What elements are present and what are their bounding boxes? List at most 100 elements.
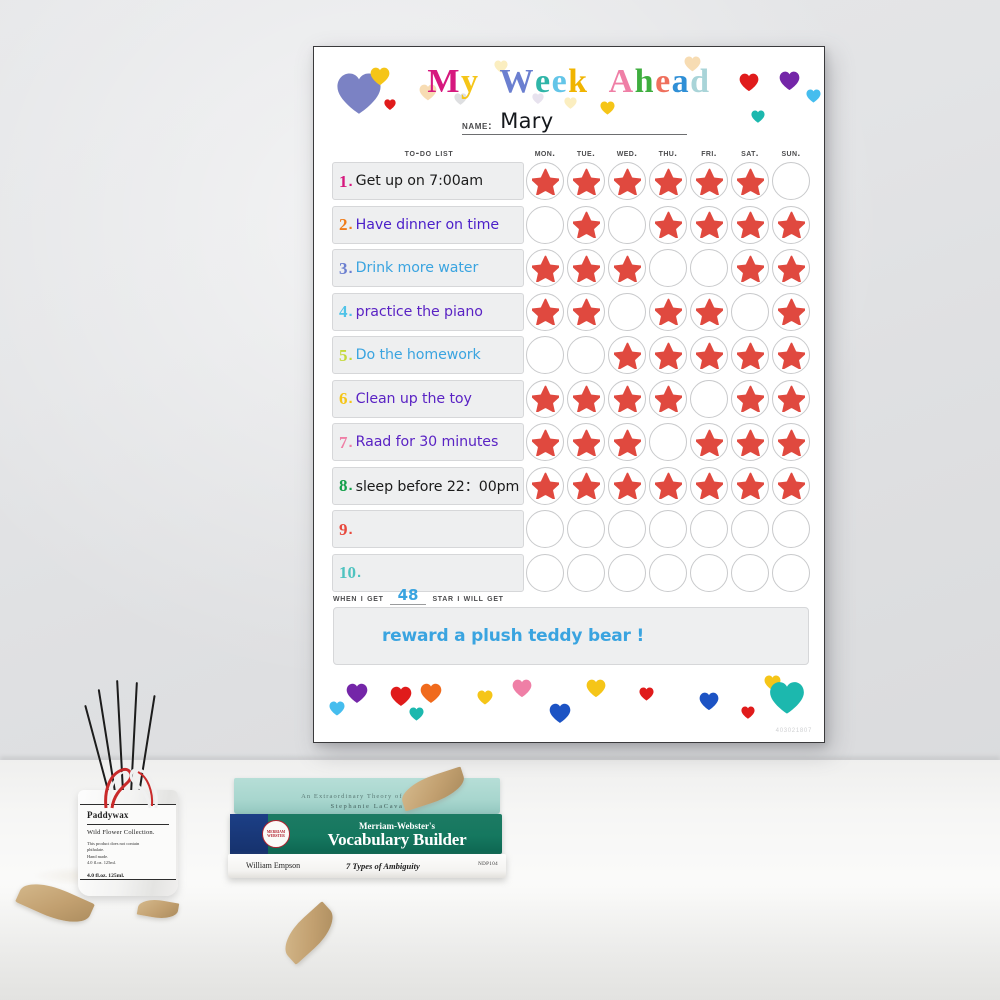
day-cell-empty[interactable] [567, 336, 605, 375]
day-cell-starred[interactable] [690, 162, 728, 201]
task-cell[interactable]: 7. Raad for 30 minutes [332, 423, 524, 462]
day-cell-empty[interactable] [649, 249, 687, 288]
day-cell-starred[interactable] [526, 379, 564, 418]
day-cell-empty[interactable] [772, 510, 810, 549]
task-cell[interactable]: 4. practice the piano [332, 292, 524, 331]
day-cell-empty[interactable] [772, 162, 810, 201]
task-cell[interactable]: 9. [332, 510, 524, 549]
day-cell-starred[interactable] [649, 379, 687, 418]
day-cell-starred[interactable] [772, 292, 810, 331]
day-cell-starred[interactable] [526, 466, 564, 505]
day-cell-starred[interactable] [567, 466, 605, 505]
day-cell-empty[interactable] [772, 553, 810, 592]
day-cell-empty[interactable] [608, 553, 646, 592]
page-title: My Week Ahead [314, 63, 824, 101]
day-cell-starred[interactable] [772, 336, 810, 375]
reward-text-box[interactable]: reward a plush teddy bear ! [333, 607, 809, 665]
heart-icon [390, 686, 412, 707]
day-cell-starred[interactable] [567, 205, 605, 244]
day-cell-empty[interactable] [690, 379, 728, 418]
day-cell-empty[interactable] [567, 510, 605, 549]
day-cell-starred[interactable] [731, 162, 769, 201]
day-cell-starred[interactable] [649, 162, 687, 201]
day-cell-starred[interactable] [567, 379, 605, 418]
day-cell-starred[interactable] [649, 466, 687, 505]
day-cell-starred[interactable] [567, 423, 605, 462]
day-cell-empty[interactable] [731, 510, 769, 549]
day-cell-starred[interactable] [731, 249, 769, 288]
day-header-sun: Sun. [781, 148, 801, 159]
day-cell-starred[interactable] [690, 466, 728, 505]
day-cell-starred[interactable] [526, 162, 564, 201]
day-cell-starred[interactable] [731, 205, 769, 244]
star-icon [531, 168, 559, 195]
day-cell-empty[interactable] [526, 205, 564, 244]
day-cell-starred[interactable] [649, 336, 687, 375]
star-icon [613, 385, 641, 413]
day-cell-starred[interactable] [690, 423, 728, 462]
day-cell-starred[interactable] [772, 205, 810, 244]
day-cell-starred[interactable] [567, 249, 605, 288]
task-cell[interactable]: 2. Have dinner on time [332, 205, 524, 244]
reward-prefix-label: When I Get [333, 591, 384, 604]
ribbon-bow-icon [104, 767, 158, 809]
day-cell-empty[interactable] [690, 553, 728, 592]
day-cell-starred[interactable] [526, 249, 564, 288]
day-cell-starred[interactable] [526, 423, 564, 462]
task-cell[interactable]: 5. Do the homework [332, 336, 524, 375]
day-cell-starred[interactable] [608, 423, 646, 462]
reward-middle-label: Star I Will Get [432, 591, 504, 604]
day-cell-empty[interactable] [731, 292, 769, 331]
day-cell-empty[interactable] [567, 553, 605, 592]
day-cell-empty[interactable] [608, 510, 646, 549]
day-cell-starred[interactable] [649, 205, 687, 244]
day-cell-starred[interactable] [567, 162, 605, 201]
name-value[interactable]: Mary [500, 109, 553, 134]
star-icon [572, 255, 600, 282]
jar-collection: Wild Flower Collection. [87, 829, 155, 836]
day-cell-starred[interactable] [731, 336, 769, 375]
day-cell-empty[interactable] [690, 249, 728, 288]
day-cell-starred[interactable] [690, 205, 728, 244]
day-cell-empty[interactable] [690, 510, 728, 549]
book2-title: Vocabulary Builder [327, 830, 467, 849]
day-cell-empty[interactable] [526, 553, 564, 592]
day-cell-starred[interactable] [608, 249, 646, 288]
day-cell-starred[interactable] [567, 292, 605, 331]
day-cell-starred[interactable] [649, 292, 687, 331]
day-cell-empty[interactable] [649, 553, 687, 592]
day-cell-empty[interactable] [526, 336, 564, 375]
day-cell-empty[interactable] [649, 510, 687, 549]
jar-brand: Paddywax [87, 810, 129, 820]
day-cell-empty[interactable] [608, 292, 646, 331]
day-cell-empty[interactable] [649, 423, 687, 462]
day-cell-starred[interactable] [731, 379, 769, 418]
star-icon [695, 298, 723, 326]
day-cell-empty[interactable] [608, 205, 646, 244]
task-cell[interactable]: 3. Drink more water [332, 249, 524, 288]
heart-icon [512, 679, 532, 698]
day-cell-starred[interactable] [772, 423, 810, 462]
day-cell-starred[interactable] [608, 162, 646, 201]
task-cell[interactable]: 1. Get up on 7:00am [332, 162, 524, 201]
day-cell-starred[interactable] [526, 292, 564, 331]
day-cell-starred[interactable] [772, 379, 810, 418]
day-cell-starred[interactable] [608, 336, 646, 375]
task-cell[interactable]: 8. sleep before 22：00pm [332, 466, 524, 505]
star-icon [736, 385, 764, 413]
day-cell-starred[interactable] [690, 292, 728, 331]
day-cell-starred[interactable] [772, 249, 810, 288]
day-cell-empty[interactable] [526, 510, 564, 549]
star-goal-value[interactable]: 48 [389, 587, 427, 605]
day-cell-starred[interactable] [608, 379, 646, 418]
day-cell-starred[interactable] [731, 423, 769, 462]
table-row: 8. sleep before 22：00pm [332, 466, 810, 507]
day-cell-empty[interactable] [731, 553, 769, 592]
task-cell[interactable]: 6. Clean up the toy [332, 379, 524, 418]
day-cell-starred[interactable] [731, 466, 769, 505]
day-cell-starred[interactable] [608, 466, 646, 505]
table-row: 3. Drink more water [332, 248, 810, 289]
star-icon [531, 298, 559, 326]
day-cell-starred[interactable] [772, 466, 810, 505]
day-cell-starred[interactable] [690, 336, 728, 375]
